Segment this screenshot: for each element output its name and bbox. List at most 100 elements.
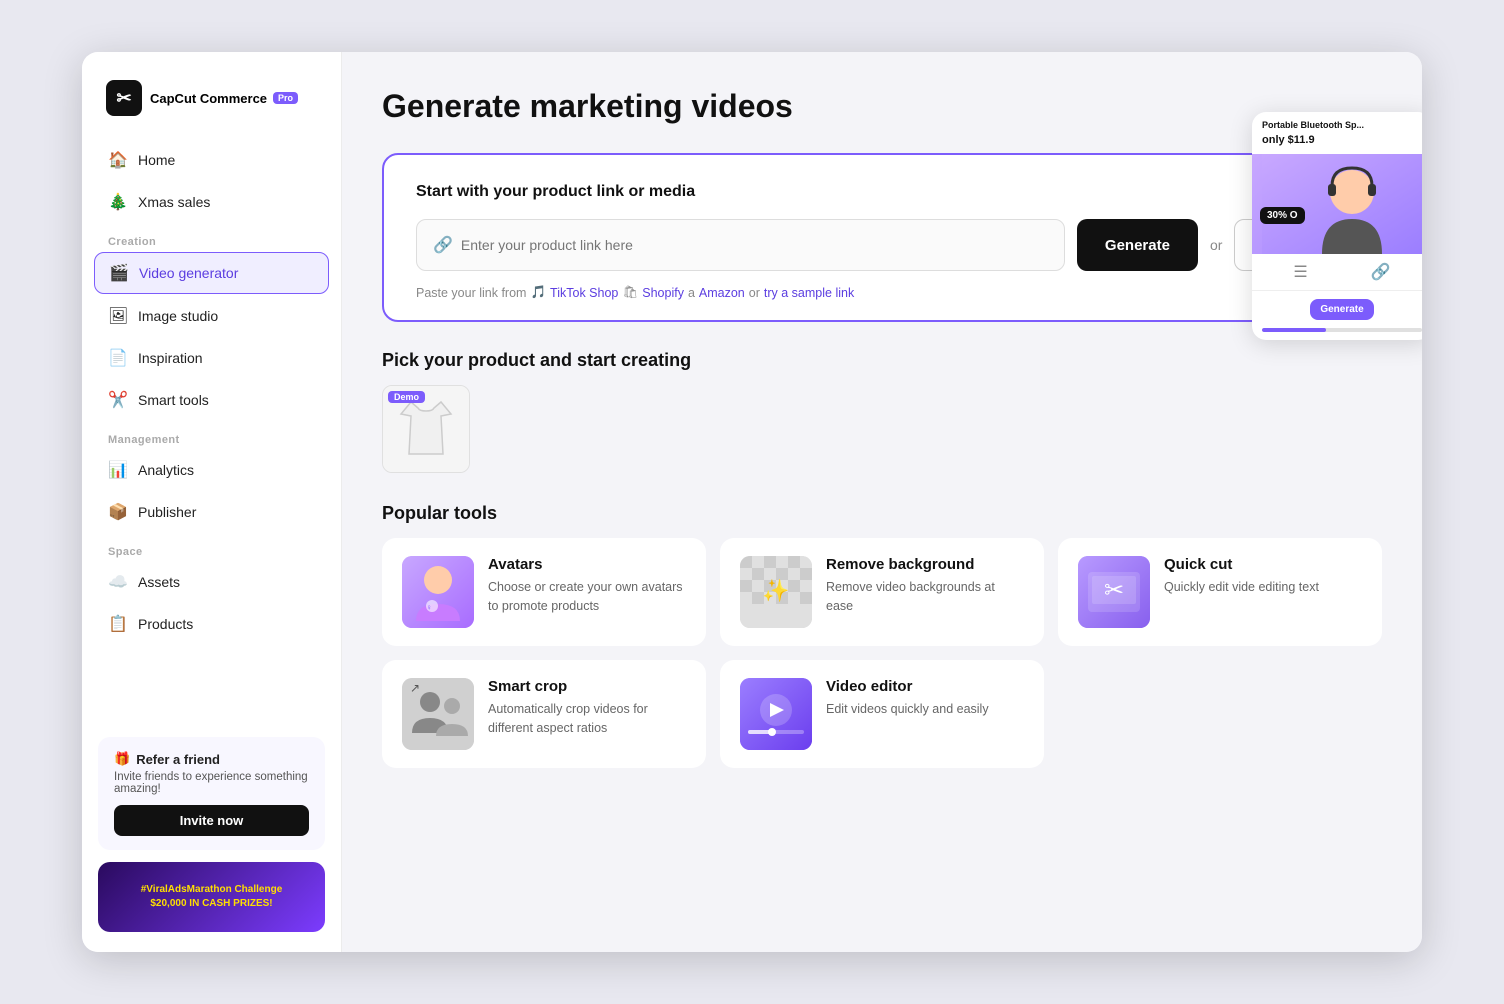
sidebar-item-smart-tools-label: Smart tools	[138, 392, 209, 408]
sidebar-item-publisher[interactable]: 📦 Publisher	[94, 492, 329, 532]
svg-text:✂: ✂	[1104, 577, 1124, 604]
invite-button[interactable]: Invite now	[114, 805, 309, 836]
sidebar-item-video-generator[interactable]: 🎬 Video generator	[94, 252, 329, 294]
smart-crop-thumb-image: ↗	[402, 678, 474, 750]
tiktok-shop-link[interactable]: TikTok Shop	[550, 286, 618, 300]
image-studio-icon: 🖼	[108, 306, 128, 326]
video-editor-thumb	[740, 678, 812, 750]
product-grid: Demo	[382, 385, 1382, 473]
remove-bg-thumb-image: ✨	[740, 556, 812, 628]
smart-crop-name: Smart crop	[488, 678, 686, 695]
sample-link[interactable]: try a sample link	[764, 286, 854, 300]
app-window: ✂ CapCut Commerce Pro 🏠 Home 🎄 Xmas sale…	[82, 52, 1422, 952]
avatars-info: Avatars Choose or create your own avatar…	[488, 556, 686, 616]
sidebar-item-analytics[interactable]: 📊 Analytics	[94, 450, 329, 490]
paste-hint-text: Paste your link from	[416, 286, 526, 300]
preview-toolbar: ☰ 🔗	[1252, 254, 1422, 291]
space-label: Space	[94, 534, 329, 562]
sidebar-item-home[interactable]: 🏠 Home	[94, 140, 329, 180]
avatars-name: Avatars	[488, 556, 686, 573]
preview-progress-fill	[1262, 328, 1326, 332]
or-text: or	[1210, 237, 1222, 253]
product-item-shirt[interactable]: Demo	[382, 385, 470, 473]
shopify-link[interactable]: Shopify	[642, 286, 684, 300]
svg-text:✂: ✂	[116, 88, 131, 108]
sidebar-item-xmas-label: Xmas sales	[138, 194, 210, 210]
preview-progress-bar	[1262, 328, 1422, 332]
right-preview-panel: Portable Bluetooth Sp... only $11.9	[1252, 112, 1422, 340]
quick-cut-desc: Quickly edit vide editing text	[1164, 578, 1362, 597]
tiktok-icon: 🎵	[530, 285, 546, 300]
amazon-link[interactable]: Amazon	[699, 286, 745, 300]
smart-crop-info: Smart crop Automatically crop videos for…	[488, 678, 686, 738]
sidebar-item-smart-tools[interactable]: ✂️ Smart tools	[94, 380, 329, 420]
link-input-wrap: 🔗	[416, 219, 1065, 271]
tool-card-avatars[interactable]: ♀ Avatars Choose or create your own avat…	[382, 538, 706, 646]
preview-menu-icon: ☰	[1293, 262, 1307, 282]
video-generator-icon: 🎬	[109, 263, 129, 283]
preview-product-name: Portable Bluetooth Sp...	[1252, 112, 1422, 134]
sidebar-item-image-studio[interactable]: 🖼 Image studio	[94, 296, 329, 336]
creation-label: Creation	[94, 224, 329, 252]
smart-crop-desc: Automatically crop videos for different …	[488, 700, 686, 738]
sidebar-item-inspiration[interactable]: 📄 Inspiration	[94, 338, 329, 378]
input-card: Start with your product link or media 🔗 …	[382, 153, 1382, 322]
amazon-icon: a	[688, 286, 695, 300]
publisher-icon: 📦	[108, 502, 128, 522]
remove-bg-info: Remove background Remove video backgroun…	[826, 556, 1024, 616]
pick-section-title: Pick your product and start creating	[382, 350, 1382, 371]
preview-generate-button[interactable]: Generate	[1310, 299, 1373, 320]
home-icon: 🏠	[108, 150, 128, 170]
input-card-label: Start with your product link or media	[416, 183, 1348, 201]
assets-icon: ☁️	[108, 572, 128, 592]
sidebar: ✂ CapCut Commerce Pro 🏠 Home 🎄 Xmas sale…	[82, 52, 342, 952]
pro-badge: Pro	[273, 92, 298, 104]
promo-banner[interactable]: #ViralAdsMarathon Challenge $20,000 IN C…	[98, 862, 325, 932]
preview-product-image	[1262, 154, 1422, 254]
quick-cut-name: Quick cut	[1164, 556, 1362, 573]
remove-bg-thumb: ✨	[740, 556, 812, 628]
popular-tools-title: Popular tools	[382, 503, 1382, 524]
sidebar-item-products[interactable]: 📋 Products	[94, 604, 329, 644]
refer-icon: 🎁	[114, 751, 130, 767]
link-icon: 🔗	[433, 235, 453, 255]
tool-card-remove-background[interactable]: ✨ Remove background Remove video backgro…	[720, 538, 1044, 646]
refer-desc: Invite friends to experience something a…	[114, 771, 309, 795]
avatars-thumb: ♀	[402, 556, 474, 628]
page-title: Generate marketing videos	[382, 88, 1382, 125]
shirt-svg	[396, 394, 456, 464]
promo-text: #ViralAdsMarathon Challenge $20,000 IN C…	[141, 883, 283, 911]
remove-bg-name: Remove background	[826, 556, 1024, 573]
tool-card-quick-cut[interactable]: ✂ Quick cut Quickly edit vide editing te…	[1058, 538, 1382, 646]
preview-price: only $11.9	[1252, 134, 1422, 154]
products-icon: 📋	[108, 614, 128, 634]
sidebar-item-publisher-label: Publisher	[138, 504, 196, 520]
video-editor-name: Video editor	[826, 678, 1024, 695]
sidebar-bottom: 🎁 Refer a friend Invite friends to exper…	[82, 721, 341, 952]
sidebar-navigation: 🏠 Home 🎄 Xmas sales Creation 🎬 Video gen…	[82, 136, 341, 721]
tools-grid: ♀ Avatars Choose or create your own avat…	[382, 538, 1382, 768]
xmas-icon: 🎄	[108, 192, 128, 212]
logo-icon: ✂	[106, 80, 142, 116]
quick-cut-thumb-image: ✂	[1078, 556, 1150, 628]
paste-hint: Paste your link from 🎵 TikTok Shop 🛍 Sho…	[416, 285, 1348, 300]
sidebar-item-assets[interactable]: ☁️ Assets	[94, 562, 329, 602]
shopify-icon: 🛍	[622, 285, 638, 300]
analytics-icon: 📊	[108, 460, 128, 480]
preview-link-icon: 🔗	[1371, 262, 1391, 282]
avatars-thumb-image: ♀	[402, 556, 474, 628]
refer-title: 🎁 Refer a friend	[114, 751, 309, 767]
sidebar-item-inspiration-label: Inspiration	[138, 350, 203, 366]
tool-card-smart-crop[interactable]: ↗ Smart crop Automatically crop videos f…	[382, 660, 706, 768]
tool-card-video-editor[interactable]: Video editor Edit videos quickly and eas…	[720, 660, 1044, 768]
video-editor-thumb-image	[740, 678, 812, 750]
remove-bg-desc: Remove video backgrounds at ease	[826, 578, 1024, 616]
generate-button[interactable]: Generate	[1077, 219, 1198, 271]
logo: ✂ CapCut Commerce Pro	[82, 52, 341, 136]
avatars-desc: Choose or create your own avatars to pro…	[488, 578, 686, 616]
sidebar-item-xmas[interactable]: 🎄 Xmas sales	[94, 182, 329, 222]
product-link-input[interactable]	[461, 237, 1048, 253]
demo-badge: Demo	[388, 391, 425, 403]
logo-name: CapCut Commerce	[150, 91, 267, 106]
management-label: Management	[94, 422, 329, 450]
